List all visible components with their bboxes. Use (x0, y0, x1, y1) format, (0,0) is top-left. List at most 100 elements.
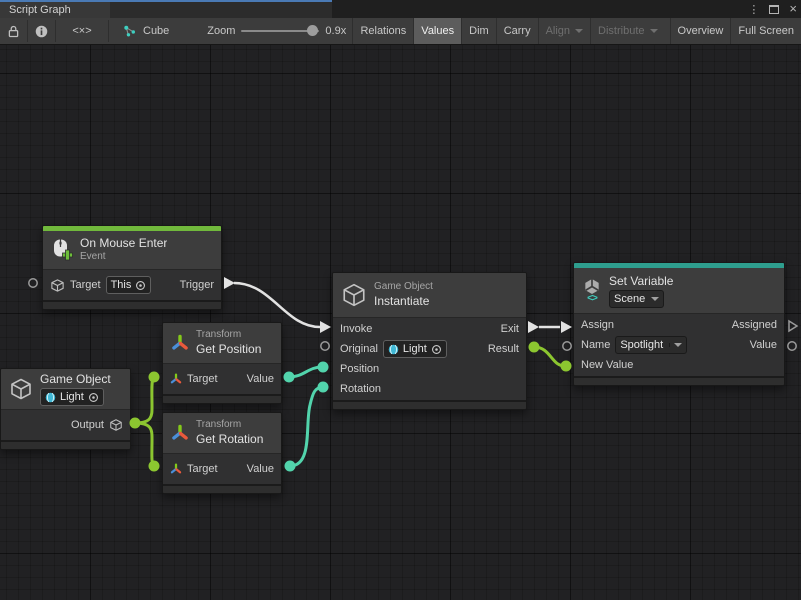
port-label-target: Target (187, 373, 218, 385)
port-label-position: Position (340, 363, 379, 375)
port-label-target: Target (70, 279, 101, 291)
port-label-result: Result (488, 343, 519, 355)
zoom-value: 0.9x (325, 25, 346, 37)
lock-button[interactable] (0, 18, 27, 44)
original-value-chip[interactable]: Light (383, 340, 447, 358)
cube-icon (109, 418, 123, 432)
chip-text: Spotlight (620, 338, 663, 352)
chip-text: This (111, 278, 132, 292)
cube-icon (50, 278, 65, 293)
close-icon[interactable]: × (789, 4, 797, 14)
info-icon (35, 25, 48, 38)
tab-script-graph[interactable]: Script Graph (0, 2, 110, 18)
node-title: Set Variable (609, 274, 673, 289)
zoom-slider-handle[interactable] (307, 25, 318, 36)
object-picker-icon[interactable] (431, 344, 442, 355)
variable-scope-dropdown[interactable]: Scene (609, 290, 664, 308)
carry-button[interactable]: Carry (496, 18, 538, 44)
button-label: Align (546, 25, 570, 37)
dropdown-caret-cell[interactable] (669, 343, 682, 347)
graph-icon (123, 24, 138, 38)
button-label: Distribute (598, 25, 644, 37)
node-instantiate[interactable]: Game Object Instantiate Invoke Exit Orig… (332, 272, 527, 410)
code-view-button[interactable]: <×> (56, 18, 108, 44)
node-footer (163, 484, 281, 493)
tab-bar: Script Graph ⋮ × (0, 0, 801, 18)
port-label-rotation: Rotation (340, 383, 381, 395)
node-footer (163, 394, 281, 403)
variable-name-dropdown[interactable]: Spotlight (615, 336, 687, 354)
object-picker-icon[interactable] (88, 392, 99, 403)
node-subtitle: Event (80, 251, 167, 264)
node-get-rotation[interactable]: Transform Get Rotation Target Value (162, 412, 282, 494)
kebab-menu-icon[interactable]: ⋮ (748, 3, 759, 16)
code-icon: <×> (72, 25, 91, 37)
caret-down-icon (650, 29, 658, 33)
transform-icon (171, 424, 189, 442)
node-title: Get Position (196, 342, 261, 357)
button-label: Dim (469, 25, 489, 37)
port-label-value: Value (247, 373, 274, 385)
node-title: On Mouse Enter (80, 236, 167, 251)
mouse-enter-icon (51, 238, 73, 262)
toolbar-separator (108, 20, 109, 42)
port-label-value: Value (750, 339, 777, 351)
node-footer (43, 300, 221, 309)
align-button: Align (538, 18, 590, 44)
node-on-mouse-enter[interactable]: On Mouse Enter Event Target This Trigger (42, 225, 222, 310)
button-label: Relations (360, 25, 406, 37)
object-value-chip[interactable]: Light (40, 388, 104, 406)
light-icon (45, 392, 56, 403)
button-label: Full Screen (738, 25, 794, 37)
distribute-button: Distribute (590, 18, 664, 44)
cube-icon (9, 377, 33, 401)
cube-icon (341, 282, 367, 308)
graph-toolbar: <×> Cube Zoom 0.9x Relations Values Dim … (0, 18, 801, 45)
port-label-output: Output (71, 419, 104, 431)
graph-breadcrumb[interactable]: Cube (123, 18, 169, 44)
node-game-object-light[interactable]: Game Object Light Output (0, 368, 131, 450)
lock-icon (8, 25, 19, 38)
button-label: Overview (678, 25, 724, 37)
pane-header-strip (110, 2, 332, 18)
target-value-chip[interactable]: This (106, 276, 152, 294)
port-label-value: Value (247, 463, 274, 475)
node-category: Transform (196, 329, 261, 342)
node-set-variable[interactable]: <> Set Variable Scene Assign Assigned Na… (573, 262, 785, 386)
port-label-target: Target (187, 463, 218, 475)
transform-icon (170, 463, 182, 475)
caret-down-icon (674, 343, 682, 347)
node-title: Game Object (40, 372, 111, 387)
button-label: Carry (504, 25, 531, 37)
node-title: Instantiate (374, 294, 433, 309)
toolbar-right-group: Relations Values Dim Carry Align Distrib… (352, 18, 801, 44)
overview-button[interactable]: Overview (670, 18, 731, 44)
node-get-position[interactable]: Transform Get Position Target Value (162, 322, 282, 404)
tab-label: Script Graph (9, 4, 71, 16)
variable-brackets-glyph: <> (587, 295, 597, 303)
full-screen-button[interactable]: Full Screen (730, 18, 801, 44)
window-controls: ⋮ × (748, 0, 797, 18)
button-label: Values (421, 25, 454, 37)
info-button[interactable] (28, 18, 55, 44)
node-footer (333, 400, 526, 409)
script-graph-window: Script Graph ⋮ × <×> Cub (0, 0, 801, 600)
relations-button[interactable]: Relations (352, 18, 413, 44)
zoom-slider[interactable] (241, 30, 319, 32)
port-label-original: Original (340, 343, 378, 355)
dim-button[interactable]: Dim (461, 18, 496, 44)
port-label-assigned: Assigned (732, 319, 777, 331)
object-picker-icon[interactable] (135, 280, 146, 291)
chip-text: Light (60, 390, 84, 404)
zoom-label: Zoom (207, 25, 235, 37)
transform-icon (170, 373, 182, 385)
port-label-exit: Exit (501, 323, 519, 335)
port-label-assign: Assign (581, 319, 614, 331)
values-button[interactable]: Values (413, 18, 461, 44)
maximize-icon[interactable] (769, 5, 779, 14)
chip-text: Light (403, 342, 427, 356)
zoom-control: Zoom 0.9x (207, 18, 346, 44)
node-footer (574, 376, 784, 385)
port-label-new-value: New Value (581, 359, 633, 371)
node-category: Game Object (374, 281, 433, 294)
